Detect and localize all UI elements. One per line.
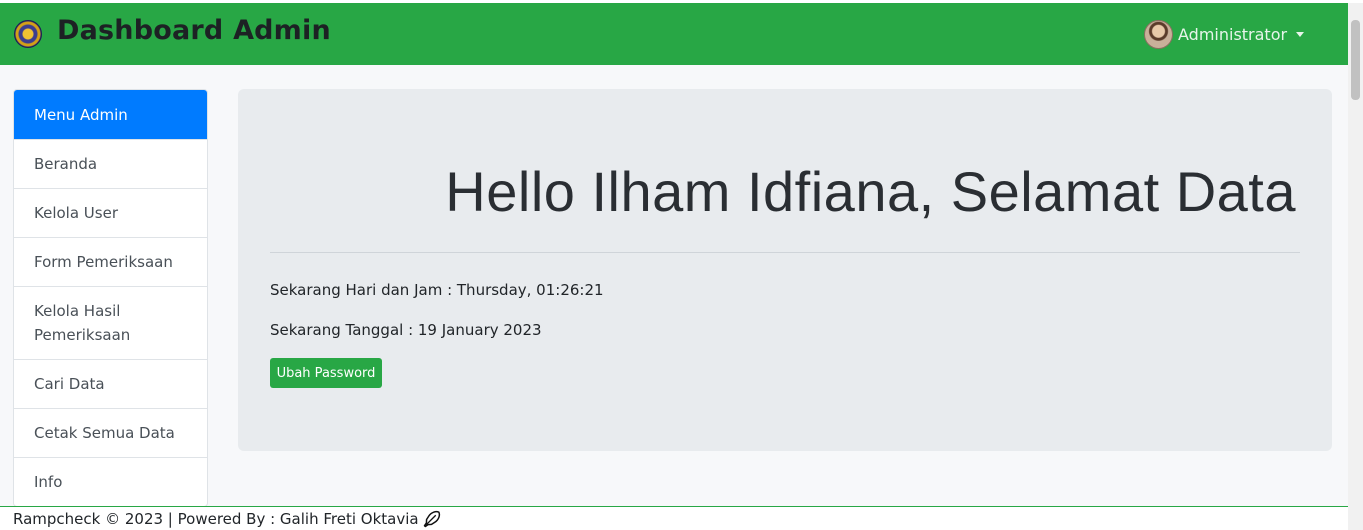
user-menu-dropdown[interactable]: Administrator [1144, 19, 1305, 49]
sidebar-item-beranda[interactable]: Beranda [14, 139, 207, 188]
jumbotron: Hello Ilham Idfiana, Selamat Data Sekara… [238, 89, 1332, 451]
change-password-button[interactable]: Ubah Password [270, 358, 382, 388]
avatar-icon [1144, 19, 1173, 49]
sidebar-item-menu-admin[interactable]: Menu Admin [14, 90, 207, 139]
footer: Rampcheck © 2023 | Powered By : Galih Fr… [0, 506, 1348, 530]
sidebar-item-info[interactable]: Info [14, 457, 207, 506]
emblem-logo-icon[interactable] [14, 20, 42, 48]
sidebar-item-kelola-user[interactable]: Kelola User [14, 188, 207, 237]
current-time-text: Sekarang Hari dan Jam : Thursday, 01:26:… [270, 281, 604, 299]
sidebar-item-form-pemeriksaan[interactable]: Form Pemeriksaan [14, 237, 207, 286]
greeting-heading: Hello Ilham Idfiana, Selamat Data [445, 160, 1296, 223]
navbar: Dashboard Admin Administrator [0, 3, 1348, 65]
sidebar-item-cetak-semua-data[interactable]: Cetak Semua Data [14, 408, 207, 457]
footer-text: Rampcheck © 2023 | Powered By : Galih Fr… [13, 509, 419, 528]
sidebar-menu: Menu Admin Beranda Kelola User Form Peme… [13, 89, 208, 507]
feather-icon [423, 510, 440, 527]
scrollbar-thumb[interactable] [1351, 20, 1360, 100]
current-date-text: Sekarang Tanggal : 19 January 2023 [270, 321, 542, 339]
divider [270, 252, 1300, 253]
brand-title[interactable]: Dashboard Admin [57, 15, 331, 46]
sidebar-item-cari-data[interactable]: Cari Data [14, 359, 207, 408]
caret-down-icon [1296, 31, 1305, 37]
user-name: Administrator [1178, 24, 1288, 44]
sidebar-item-kelola-hasil-pemeriksaan[interactable]: Kelola Hasil Pemeriksaan [14, 286, 207, 359]
